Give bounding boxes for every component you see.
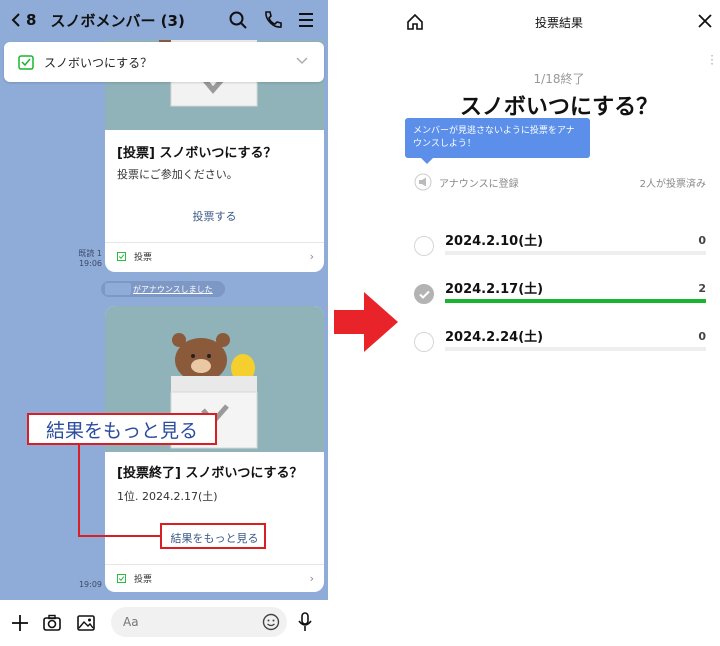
option-label: 2024.2.17(土): [445, 282, 544, 297]
poll-icon: [117, 574, 126, 583]
voted-count: 2人が投票済み: [639, 178, 706, 190]
radio-icon[interactable]: [414, 332, 434, 352]
poll-icon: [117, 252, 126, 261]
poll-header: 投票結果: [398, 0, 720, 44]
microphone-icon[interactable]: [297, 612, 313, 632]
poll-card-footer-label: 投票: [134, 253, 153, 263]
option-vote-count: 2: [698, 282, 706, 295]
poll-card-subtitle: 投票にご参加ください。: [117, 168, 238, 181]
more-options-icon[interactable]: · · ·: [710, 50, 714, 70]
megaphone-icon[interactable]: [414, 173, 432, 191]
chevron-right-icon: ›: [309, 572, 314, 585]
message-meta: 既読 1 19:06: [72, 249, 102, 269]
annotation-callout: 結果をもっと見る: [27, 413, 217, 445]
option-vote-count: 0: [698, 234, 706, 247]
option-vote-count: 0: [698, 330, 706, 343]
message-time: 19:09: [78, 580, 102, 589]
message-input-bar: [0, 600, 328, 646]
message-input[interactable]: [111, 607, 287, 637]
annotation-connector: [78, 535, 162, 537]
announcement-bar[interactable]: スノボいつにする？: [4, 42, 324, 82]
announce-label[interactable]: アナウンスに登録: [439, 175, 519, 190]
radio-icon[interactable]: [414, 236, 434, 256]
poll-card-title: [投票終了] スノボいつにする？: [117, 466, 303, 481]
poll-option[interactable]: 2024.2.17(土) 2: [414, 278, 706, 314]
camera-icon[interactable]: [42, 613, 62, 633]
annotation-highlight-box: [160, 523, 266, 549]
plus-icon[interactable]: [10, 613, 30, 633]
search-icon[interactable]: [228, 10, 248, 30]
poll-card-footer-label: 投票: [134, 575, 153, 585]
poll-question: スノボいつにする？: [459, 95, 659, 120]
system-message-text: がアナウンスしました: [133, 284, 213, 294]
radio-checked-icon[interactable]: [414, 284, 434, 304]
vote-bar-track: [445, 347, 706, 351]
menu-icon[interactable]: [296, 10, 316, 30]
page-title: 投票結果: [534, 16, 583, 30]
message-time: 19:06: [78, 259, 102, 268]
chat-screen: [投票] スノボいつにする？ 投票にご参加ください。 投票する 投票 › 既読 …: [0, 0, 328, 646]
option-label: 2024.2.10(土): [445, 234, 544, 249]
chat-header: 8 スノボメンバー (3): [0, 0, 328, 40]
back-button[interactable]: 8: [10, 11, 36, 29]
chevron-right-icon: ›: [309, 250, 314, 263]
vote-link[interactable]: 投票する: [105, 208, 324, 224]
poll-card-closed[interactable]: [投票終了] スノボいつにする？ 1位. 2024.2.17(土) 結果をもっと…: [105, 306, 324, 592]
poll-results-screen: 投票結果 · · · 1/18終了 スノボいつにする？ メンバーが見逃さないように投…: [398, 0, 720, 646]
announce-row: アナウンスに登録 2人が投票済み: [414, 172, 706, 192]
system-message: がアナウンスしました: [101, 281, 225, 297]
phone-icon[interactable]: [262, 10, 282, 30]
image-icon[interactable]: [76, 613, 96, 633]
poll-check-icon: [18, 55, 34, 70]
chat-title: スノボメンバー (3): [50, 11, 185, 30]
vote-bar-track: [445, 251, 706, 255]
poll-option[interactable]: 2024.2.10(土) 0: [414, 230, 706, 266]
read-receipt: 既読 1: [78, 249, 102, 258]
poll-card-winner: 1位. 2024.2.17(土): [117, 490, 218, 503]
arrow-right-icon: [334, 292, 398, 352]
close-icon[interactable]: [698, 14, 712, 28]
emoji-icon[interactable]: [262, 613, 280, 631]
poll-card-title: [投票] スノボいつにする？: [117, 146, 277, 161]
message-meta: 19:09: [72, 580, 102, 590]
vote-bar-fill: [445, 299, 706, 303]
poll-option[interactable]: 2024.2.24(土) 0: [414, 326, 706, 362]
vote-bar-track: [445, 299, 706, 303]
announce-tooltip: メンバーが見逃さないように投票をアナウンスしよう！: [405, 118, 590, 164]
back-count: 8: [26, 11, 37, 29]
poll-deadline: 1/18終了: [533, 72, 585, 86]
poll-card-footer[interactable]: 投票 ›: [105, 242, 324, 270]
masked-username: [105, 283, 131, 295]
chevron-down-icon[interactable]: [296, 56, 308, 66]
announcement-text: スノボいつにする？: [44, 55, 153, 70]
chevron-left-icon: [11, 13, 20, 27]
option-label: 2024.2.24(土): [445, 330, 544, 345]
annotation-connector: [78, 445, 80, 537]
poll-card-footer[interactable]: 投票 ›: [105, 564, 324, 592]
comparison-screenshot: [投票] スノボいつにする？ 投票にご参加ください。 投票する 投票 › 既読 …: [0, 0, 720, 646]
